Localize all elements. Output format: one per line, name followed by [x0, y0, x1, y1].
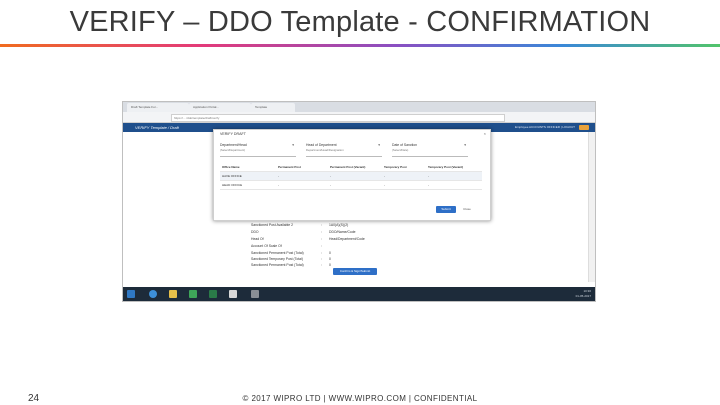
column-header: Permanent Post: [278, 165, 301, 169]
user-info[interactable]: Employee ACCOUNTS OFFICER | LOGOUT: [515, 124, 575, 131]
dropdown-value: (Select/Department): [220, 148, 246, 152]
department-dropdown[interactable]: Department/Head (Select/Department) ▾: [220, 143, 296, 157]
form-row: Sanctioned Post Available 2:1A0(A)(S)(2): [251, 223, 349, 227]
folder-icon[interactable]: [169, 290, 177, 298]
start-icon[interactable]: [127, 290, 135, 298]
system-tray[interactable]: 10:30 01-05-2017: [576, 289, 591, 299]
screenshot-frame: Draft Template For... Application Portal…: [122, 101, 596, 302]
browser-tab-1[interactable]: Draft Template For...: [127, 103, 189, 112]
url-input[interactable]: https://... /ddo/template/draft/verify: [171, 114, 505, 122]
modal-title: VERIFY DRAFT: [220, 132, 246, 136]
browser-tabbar: Draft Template For... Application Portal…: [123, 102, 595, 112]
form-label: Account Of Scale Of: [251, 244, 282, 248]
browser-address-bar: https://... /ddo/template/draft/verify: [123, 112, 595, 123]
user-badge[interactable]: [579, 125, 589, 130]
column-header: Temporary Post: [384, 165, 407, 169]
close-button[interactable]: Close: [460, 206, 474, 213]
confirm-button[interactable]: Confirm & Sign/Submit: [333, 268, 377, 275]
slide-title: VERIFY – DDO Template - CONFIRMATION: [69, 6, 651, 38]
ie-icon[interactable]: [149, 290, 157, 298]
app-name: VERIFY Template / Draft: [135, 125, 179, 130]
browser-tab-3[interactable]: Template: [251, 103, 295, 112]
table-cell: -: [278, 174, 279, 178]
form-value: 0: [329, 257, 331, 261]
title-divider: [0, 44, 720, 47]
form-label: Sanctioned Post Available 2: [251, 223, 293, 227]
footer-text: © 2017 WIPRO LTD | WWW.WIPRO.COM | CONFI…: [242, 394, 478, 403]
form-row: DDO: DDO/Name/Code: [251, 230, 356, 234]
form-value: 0: [329, 263, 331, 267]
calendar-icon[interactable]: [229, 290, 237, 298]
taskbar: 10:30 01-05-2017: [123, 287, 595, 301]
table-row[interactable]: HAVE OFFICE - - - -: [220, 172, 482, 181]
table-cell: -: [278, 183, 279, 187]
table-header-row: Office Name Permanent Post Permanent Pos…: [220, 163, 482, 172]
table-cell: -: [384, 183, 385, 187]
table-cell: -: [384, 174, 385, 178]
dropdown-label: Date of Sanction: [392, 143, 418, 147]
form-value: DDO/Name/Code: [329, 230, 356, 234]
form-label: Head Of: [251, 237, 264, 241]
head-of-department-dropdown[interactable]: Head of Department Department/Head/Desig…: [306, 143, 382, 157]
dropdown-label: Head of Department: [306, 143, 337, 147]
form-row: Head Of: Head/Department/Code: [251, 237, 365, 241]
submit-button[interactable]: Submit: [436, 206, 456, 213]
scrollbar[interactable]: [588, 132, 595, 282]
chevron-down-icon: ▾: [292, 143, 294, 147]
office-table: Office Name Permanent Post Permanent Pos…: [220, 163, 482, 190]
column-header: Temporary Post (Vacant): [428, 165, 464, 169]
table-cell: -: [330, 183, 331, 187]
column-header: Permanent Post (Vacant): [330, 165, 366, 169]
form-label: DDO: [251, 230, 259, 234]
column-header: Office Name: [222, 165, 240, 169]
table-cell: -: [330, 174, 331, 178]
dropdown-value: (Select/Date): [392, 148, 409, 152]
tray-date: 01-05-2017: [575, 294, 591, 298]
form-row: Account Of Scale Of:: [251, 244, 322, 248]
form-label: Sanctioned Permanent Post (Total): [251, 263, 304, 267]
app-icon[interactable]: [209, 290, 217, 298]
date-of-sanction-dropdown[interactable]: Date of Sanction (Select/Date) ▾: [392, 143, 468, 157]
dropdown-label: Department/Head: [220, 143, 247, 147]
excel-icon[interactable]: [189, 290, 197, 298]
table-cell: -: [428, 174, 429, 178]
dropdown-value: Department/Head/Designation: [306, 148, 344, 152]
form-row: Sanctioned Permanent Post (Total):0: [251, 263, 331, 267]
form-value: 0: [329, 251, 331, 255]
chevron-down-icon: ▾: [464, 143, 466, 147]
close-icon[interactable]: ×: [484, 131, 486, 136]
table-cell: HAVE OFFICE: [222, 174, 242, 178]
verify-modal: VERIFY DRAFT × Department/Head (Select/D…: [213, 129, 491, 221]
form-value: Head/Department/Code: [329, 237, 365, 241]
browser-tab-2[interactable]: Application Portal...: [189, 103, 251, 112]
table-cell: -: [428, 183, 429, 187]
chevron-down-icon: ▾: [378, 143, 380, 147]
table-row[interactable]: HEAD OFFICE - - - -: [220, 181, 482, 190]
settings-icon[interactable]: [251, 290, 259, 298]
table-cell: HEAD OFFICE: [222, 183, 243, 187]
form-value: 1A0(A)(S)(2): [329, 223, 349, 227]
